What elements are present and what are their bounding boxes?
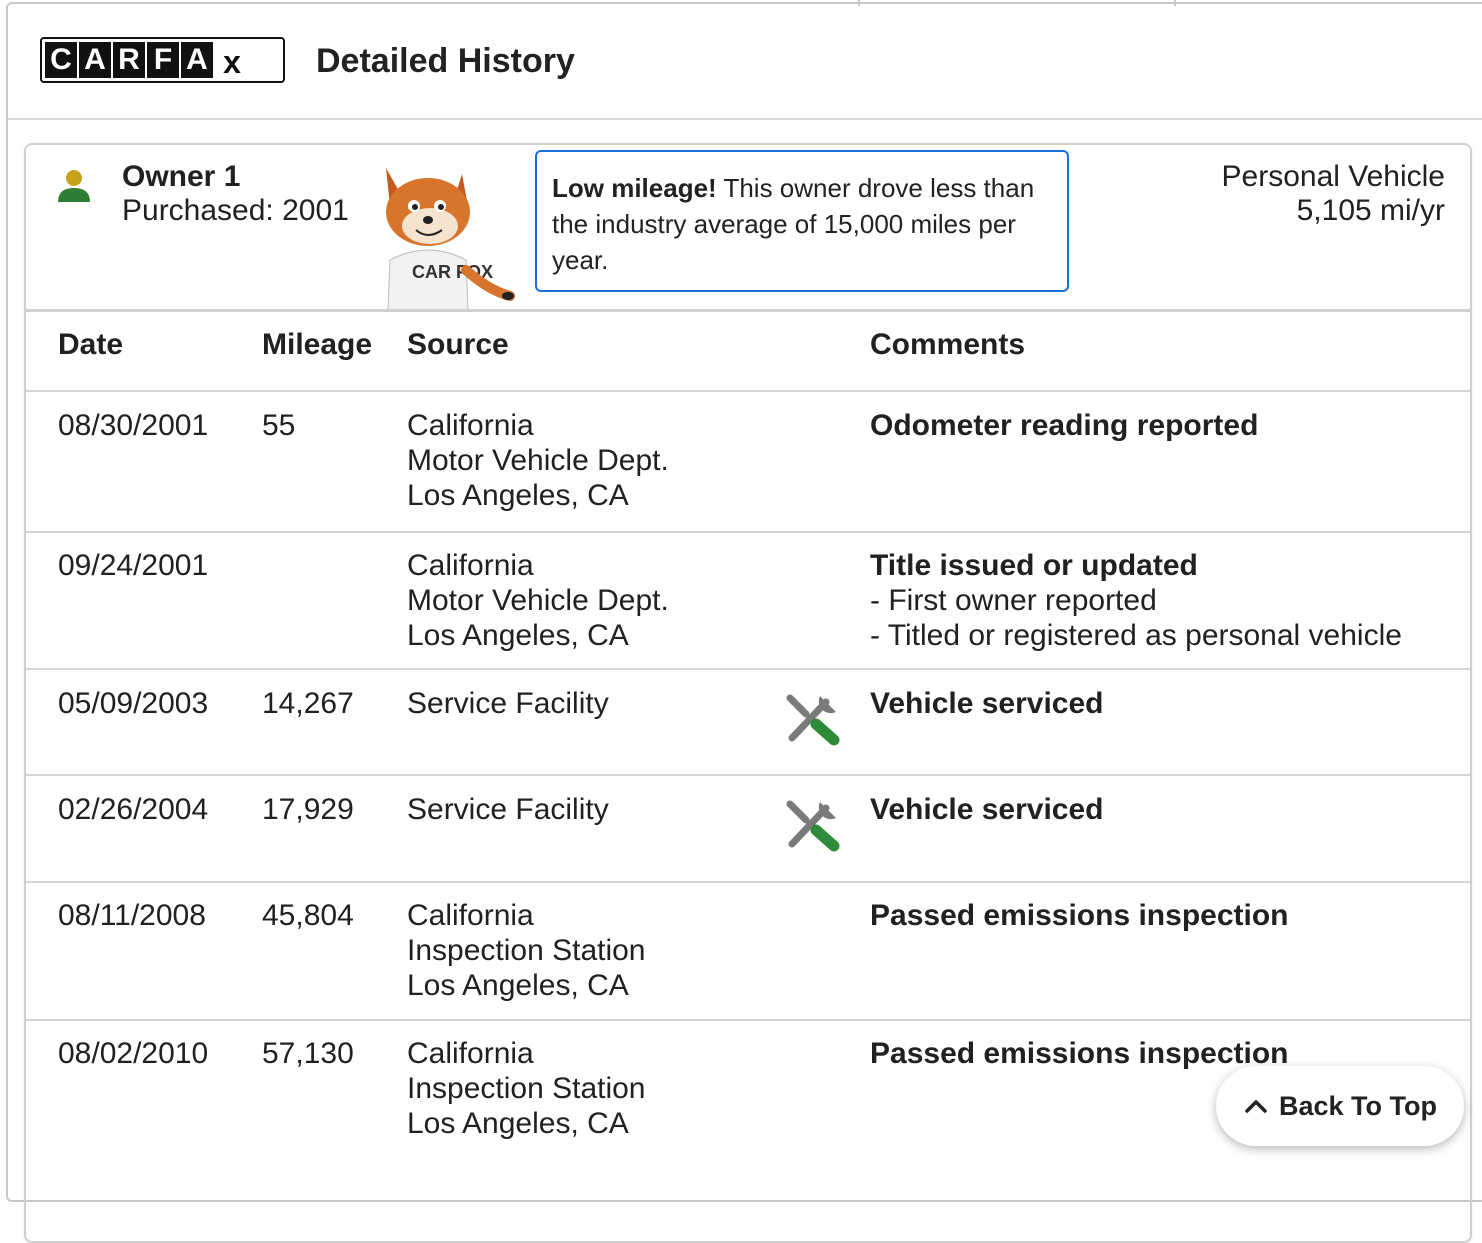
owner-purchased: Purchased: 2001 <box>122 194 349 227</box>
source-line: California <box>407 899 534 932</box>
row-divider <box>26 390 1470 392</box>
history-source: California Motor Vehicle Dept. Los Angel… <box>407 548 669 653</box>
history-comment-title: Vehicle serviced <box>870 793 1104 826</box>
column-header-comments: Comments <box>870 328 1026 361</box>
carfax-logo: C A R F A x <box>40 37 285 83</box>
history-date: 08/02/2010 <box>58 1037 209 1070</box>
row-divider <box>26 774 1470 776</box>
history-source: Service Facility <box>407 687 609 720</box>
chevron-up-icon <box>1245 1100 1267 1113</box>
source-line: California <box>407 1037 534 1070</box>
history-comment: Title issued or updated - First owner re… <box>870 548 1402 653</box>
history-source: Service Facility <box>407 793 609 826</box>
history-date: 02/26/2004 <box>58 793 209 826</box>
source-line: Los Angeles, CA <box>407 479 629 512</box>
history-source: California Inspection Station Los Angele… <box>407 898 646 1003</box>
back-to-top-button[interactable]: Back To Top <box>1216 1066 1464 1146</box>
owner-name: Owner 1 <box>122 160 241 193</box>
section-title: Detailed History <box>316 42 575 80</box>
source-line: Los Angeles, CA <box>407 619 629 652</box>
logo-letter: R <box>113 42 145 78</box>
row-divider <box>26 1019 1470 1021</box>
logo-letter: F <box>147 42 179 78</box>
column-header-date: Date <box>58 328 124 361</box>
source-line: Inspection Station <box>407 934 646 967</box>
source-line: Los Angeles, CA <box>407 1107 629 1140</box>
logo-letter: A <box>79 42 111 78</box>
history-mileage: 45,804 <box>262 899 354 932</box>
logo-letter: C <box>45 42 77 78</box>
history-mileage: 17,929 <box>262 793 354 826</box>
history-date: 05/09/2003 <box>58 687 209 720</box>
column-header-mileage: Mileage <box>262 328 373 361</box>
history-date: 09/24/2001 <box>58 549 209 582</box>
row-divider <box>26 531 1470 533</box>
service-wrench-icon <box>786 800 840 852</box>
section-header: C A R F A x Detailed History <box>8 4 1482 120</box>
source-line: Motor Vehicle Dept. <box>407 584 669 617</box>
history-mileage: 55 <box>262 409 296 442</box>
comment-detail: - First owner reported <box>870 584 1157 617</box>
source-line: Los Angeles, CA <box>407 969 629 1002</box>
history-comment-title: Vehicle serviced <box>870 687 1104 720</box>
history-comment-title: Passed emissions inspection <box>870 1037 1289 1070</box>
row-divider <box>26 668 1470 670</box>
history-comment-title: Title issued or updated <box>870 549 1198 582</box>
back-to-top-label: Back To Top <box>1278 1090 1437 1121</box>
history-date: 08/30/2001 <box>58 409 209 442</box>
logo-letter: A <box>181 42 213 78</box>
source-line: Motor Vehicle Dept. <box>407 444 669 477</box>
owner-icon <box>58 170 90 202</box>
source-line: Inspection Station <box>407 1072 646 1105</box>
low-mileage-callout: Low mileage! This owner drove less than … <box>535 150 1069 292</box>
history-date: 08/11/2008 <box>58 899 206 932</box>
history-mileage: 14,267 <box>262 687 354 720</box>
vehicle-usage: Personal Vehicle 5,105 mi/yr <box>1222 160 1445 228</box>
logo-letter: x <box>215 42 249 78</box>
history-comment-title: Odometer reading reported <box>870 409 1259 442</box>
comment-detail: - Titled or registered as personal vehic… <box>870 619 1402 652</box>
usage-rate: 5,105 mi/yr <box>1296 194 1445 227</box>
history-source: California Motor Vehicle Dept. Los Angel… <box>407 408 669 513</box>
history-source: California Inspection Station Los Angele… <box>407 1036 646 1141</box>
table-top-border <box>26 309 1470 312</box>
row-divider <box>26 881 1470 883</box>
callout-bold: Low mileage! <box>552 173 717 203</box>
usage-type: Personal Vehicle <box>1221 160 1445 193</box>
source-line: California <box>407 409 534 442</box>
service-wrench-icon <box>786 694 840 746</box>
car-fox-mascot-icon: CAR FOX <box>386 168 515 310</box>
column-header-source: Source <box>407 328 509 361</box>
history-comment-title: Passed emissions inspection <box>870 899 1289 932</box>
source-line: California <box>407 549 534 582</box>
history-mileage: 57,130 <box>262 1037 354 1070</box>
